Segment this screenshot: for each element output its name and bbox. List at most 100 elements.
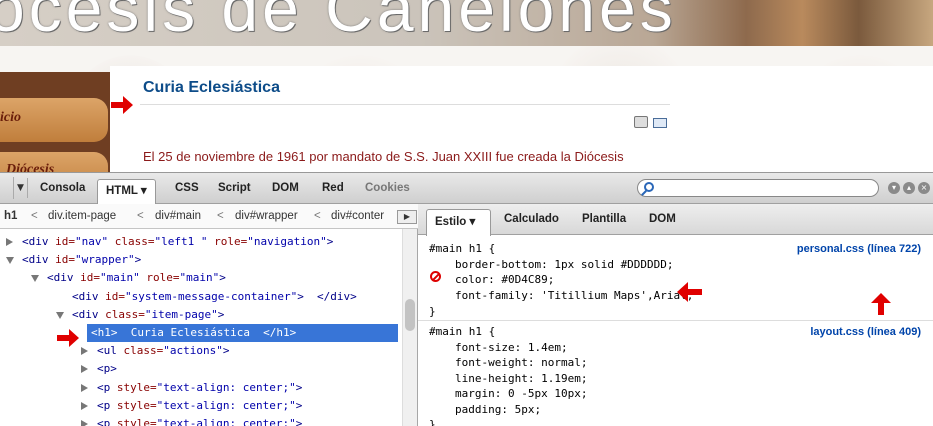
disabled-property-icon[interactable] [430,271,441,282]
close-icon[interactable]: × [918,182,930,194]
markup-token-val: "main" [179,271,220,285]
html-tree-pane: h1 < div.item-page < div#main < div#wrap… [0,204,418,426]
title-divider [140,104,670,105]
tree-node-markup: <div id="nav" class="left1 " role="navig… [22,233,333,251]
breadcrumb-item[interactable]: div#wrapper [235,210,298,222]
markup-token-val: "main" [100,271,140,285]
red-arrow-up-icon [871,293,891,315]
markup-token-tag: <p [97,398,117,412]
tree-node-markup: <p style="text-align: center;"> [97,397,302,415]
tree-node-markup: <ul class="actions"> [97,342,229,360]
tab-dom[interactable]: DOM [264,179,307,199]
red-arrow-right-icon [111,96,133,114]
collapsed-twisty-icon[interactable] [81,401,88,410]
markup-token-tag: > [222,344,230,358]
tab-red[interactable]: Red [314,179,352,199]
css-selector: #main h1 { [429,242,496,255]
breadcrumb-item[interactable]: div#conter [331,210,384,222]
css-source-link[interactable]: personal.css (línea 722) [797,242,921,258]
expanded-twisty-icon[interactable] [6,257,14,265]
markup-token-val: "text-align: center;" [156,398,296,412]
tree-node[interactable]: <div class="item-page"> [0,306,402,324]
css-rules: #main h1 { personal.css (línea 722) bord… [418,235,933,426]
detach-icon[interactable]: ▴ [903,182,915,194]
collapsed-twisty-icon[interactable] [6,238,13,246]
css-property[interactable]: padding: 5px; [455,402,541,418]
markup-token-tag: > [219,271,226,285]
markup-token-val: "system-message-container" [125,289,298,303]
css-property[interactable]: font-weight: normal; [455,355,587,371]
print-icon[interactable] [634,116,648,128]
markup-token-tag: <div [47,271,81,285]
tree-node[interactable]: <p> [0,360,402,378]
banner-title: ócesis de Canelones [0,0,677,45]
tab-dom-side[interactable]: DOM [649,213,676,225]
firebug-menu-chevron-down-icon[interactable]: ▼ [14,178,28,198]
website-viewport: ócesis de Canelones icio Diócesis Curia … [0,0,933,172]
css-property[interactable]: border-bottom: 1px solid #DDDDDD; [455,257,674,273]
markup-token-attr: style= [116,417,157,426]
css-property[interactable]: color: #0D4C89; [455,272,554,288]
expanded-twisty-icon[interactable] [56,311,64,319]
breadcrumb-item[interactable]: div.item-page [48,210,116,222]
markup-token-tag: > [295,380,303,394]
css-closing-brace: } [429,418,436,426]
markup-token-tag: <p [97,417,117,426]
tab-estilo[interactable]: Estilo ▾ [426,209,491,236]
markup-token-tag: > [295,398,303,412]
tree-node[interactable]: <div id="system-message-container"> </di… [0,288,402,306]
minimize-icon[interactable]: ▾ [888,182,900,194]
markup-token-tag: > [217,307,225,321]
collapsed-twisty-icon[interactable] [81,347,88,356]
tree-node[interactable]: <p style="text-align: center;"> [0,379,402,397]
tab-plantilla[interactable]: Plantilla [582,213,626,225]
tab-calculado[interactable]: Calculado [504,213,559,225]
collapsed-twisty-icon[interactable] [81,365,88,374]
tree-scrollbar[interactable] [402,229,417,426]
collapsed-twisty-icon[interactable] [81,420,88,426]
css-source-link[interactable]: layout.css (línea 409) [810,325,921,341]
tree-node-markup: <h1> Curia Eclesiástica </h1> [91,324,296,342]
markup-token-tag: <ul [97,344,124,358]
tab-css[interactable]: CSS [167,179,207,199]
tab-html[interactable]: HTML ▾ [97,179,156,204]
menu-item-inicio[interactable]: icio [0,98,108,142]
css-property[interactable]: margin: 0 -5px 10px; [455,386,587,402]
breadcrumb-separator: < [217,210,224,222]
firebug-icon[interactable] [0,177,14,199]
markup-token-attr: style= [116,380,157,394]
css-property[interactable]: font-size: 1.4em; [455,340,568,356]
email-icon[interactable] [653,118,667,128]
tree-node[interactable]: <p style="text-align: center;"> [0,415,402,426]
markup-token-tag: > [295,417,303,426]
tab-script[interactable]: Script [210,179,259,199]
markup-token-val: "nav" [75,235,109,248]
tree-node[interactable]: <div id="nav" class="left1 " role="navig… [0,233,402,251]
expanded-twisty-icon[interactable] [31,275,39,283]
tree-node[interactable]: <div id="wrapper"> [0,251,402,269]
css-property[interactable]: line-height: 1.19em; [455,371,587,387]
markup-token-tag: <div [22,235,56,248]
tree-node[interactable]: <div id="main" role="main"> [0,269,402,287]
tab-consola[interactable]: Consola [32,179,93,199]
tree-node-markup: <div id="main" role="main"> [47,269,226,287]
markup-token-val: "wrapper" [75,253,135,267]
tree-node[interactable]: <p style="text-align: center;"> [0,397,402,415]
scrollbar-thumb[interactable] [405,299,415,331]
menu-item-label: Diócesis [6,162,55,172]
breadcrumb-item[interactable]: div#main [155,210,201,222]
css-property[interactable]: font-family: 'Titillium Maps',Arial; [455,288,693,304]
tab-cookies[interactable]: Cookies [357,179,418,199]
markup-token-attr: id= [80,271,100,285]
tree-node-markup: <p style="text-align: center;"> [97,415,302,426]
markup-token-attr: role= [207,235,248,248]
search-input[interactable] [637,179,879,197]
markup-token-tag: <p [97,380,117,394]
markup-token-val: "left1 " [154,235,208,248]
breadcrumb-scroll-right-icon[interactable]: ▶ [397,210,417,224]
tree-node[interactable]: <h1> Curia Eclesiástica </h1> [87,324,398,342]
collapsed-twisty-icon[interactable] [81,383,88,392]
markup-token-attr: id= [55,253,75,267]
menu-item-diocesis[interactable]: Diócesis [0,152,108,172]
breadcrumb-item[interactable]: h1 [4,210,17,222]
